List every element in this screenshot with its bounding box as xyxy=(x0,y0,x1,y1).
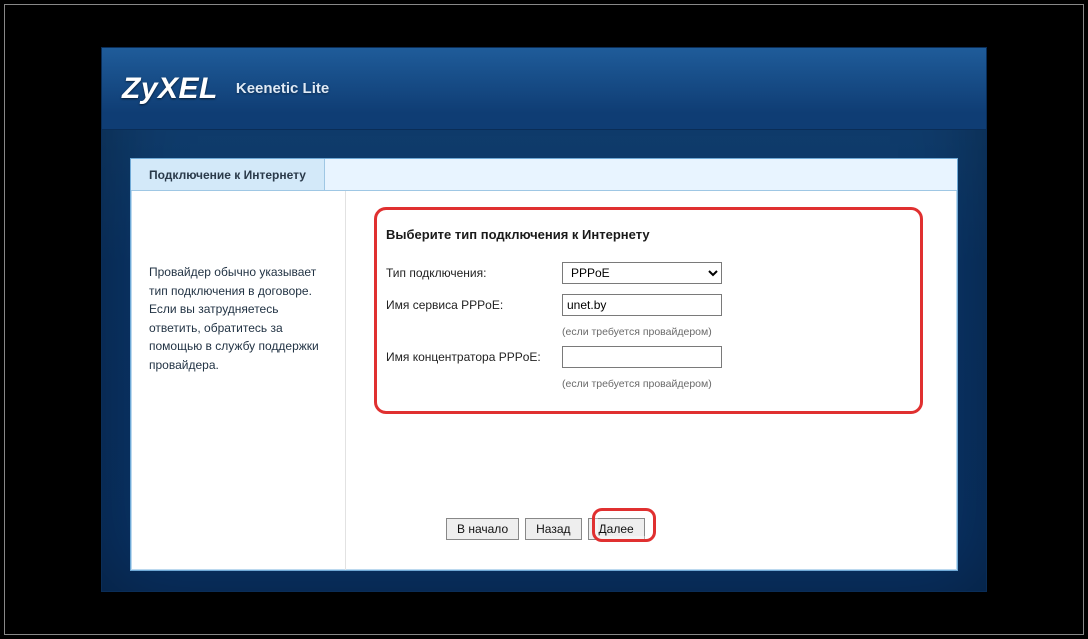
tabstrip: Подключение к Интернету xyxy=(131,159,957,191)
label-pppoe-service: Имя сервиса PPPoE: xyxy=(386,298,562,312)
section-title: Выберите тип подключения к Интернету xyxy=(386,227,911,242)
form-area: Выберите тип подключения к Интернету Тип… xyxy=(380,213,933,420)
wizard-panel: Подключение к Интернету Провайдер обычно… xyxy=(130,158,958,571)
select-connection-type[interactable]: PPPoE xyxy=(562,262,722,284)
hint-pppoe-ac: (если требуется провайдером) xyxy=(562,378,911,390)
row-connection-type: Тип подключения: PPPoE xyxy=(386,262,911,284)
next-button[interactable]: Далее xyxy=(588,518,645,540)
screenshot-frame: ZyXEL Keenetic Lite Подключение к Интерн… xyxy=(4,4,1084,635)
home-button[interactable]: В начало xyxy=(446,518,519,540)
back-button[interactable]: Назад xyxy=(525,518,581,540)
router-admin-window: ZyXEL Keenetic Lite Подключение к Интерн… xyxy=(101,47,987,592)
wizard-footer: В начало Назад Далее xyxy=(446,510,933,556)
row-pppoe-service: Имя сервиса PPPoE: xyxy=(386,294,911,316)
label-connection-type: Тип подключения: xyxy=(386,266,562,280)
hint-pppoe-service: (если требуется провайдером) xyxy=(562,326,911,338)
input-pppoe-ac[interactable] xyxy=(562,346,722,368)
input-pppoe-service[interactable] xyxy=(562,294,722,316)
brand-logo: ZyXEL xyxy=(122,72,218,106)
stage: Подключение к Интернету Провайдер обычно… xyxy=(102,130,986,591)
device-model: Keenetic Lite xyxy=(236,80,329,97)
label-pppoe-ac: Имя концентратора PPPoE: xyxy=(386,350,562,364)
sidebar: Провайдер обычно указывает тип подключен… xyxy=(131,191,346,570)
panel-body: Провайдер обычно указывает тип подключен… xyxy=(131,191,957,570)
row-pppoe-ac: Имя концентратора PPPoE: xyxy=(386,346,911,368)
content: Выберите тип подключения к Интернету Тип… xyxy=(346,191,957,570)
sidebar-help-text: Провайдер обычно указывает тип подключен… xyxy=(149,263,329,375)
header: ZyXEL Keenetic Lite xyxy=(102,48,986,130)
tab-internet-connection[interactable]: Подключение к Интернету xyxy=(131,159,325,190)
